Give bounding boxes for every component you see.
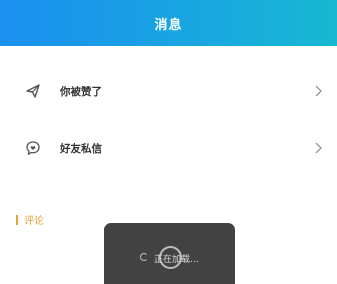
header-bar: 消息: [0, 0, 337, 46]
spinner-small-icon: [140, 253, 148, 261]
loading-toast: 正在加载...: [104, 223, 235, 284]
section-comments: 评论: [16, 212, 44, 227]
chat-heart-icon: [26, 141, 40, 156]
row-likes[interactable]: 你被赞了: [0, 73, 337, 109]
section-accent-bar: [16, 214, 18, 225]
paper-plane-icon: [26, 84, 40, 98]
chevron-right-icon: [315, 142, 322, 154]
page-title: 消息: [154, 17, 183, 33]
section-comments-label: 评论: [24, 216, 44, 227]
row-messages[interactable]: 好友私信: [0, 130, 337, 166]
chevron-right-icon: [315, 85, 322, 97]
row-likes-label: 你被赞了: [60, 85, 102, 98]
row-messages-label: 好友私信: [60, 142, 102, 155]
loading-text: 正在加载...: [154, 255, 199, 265]
